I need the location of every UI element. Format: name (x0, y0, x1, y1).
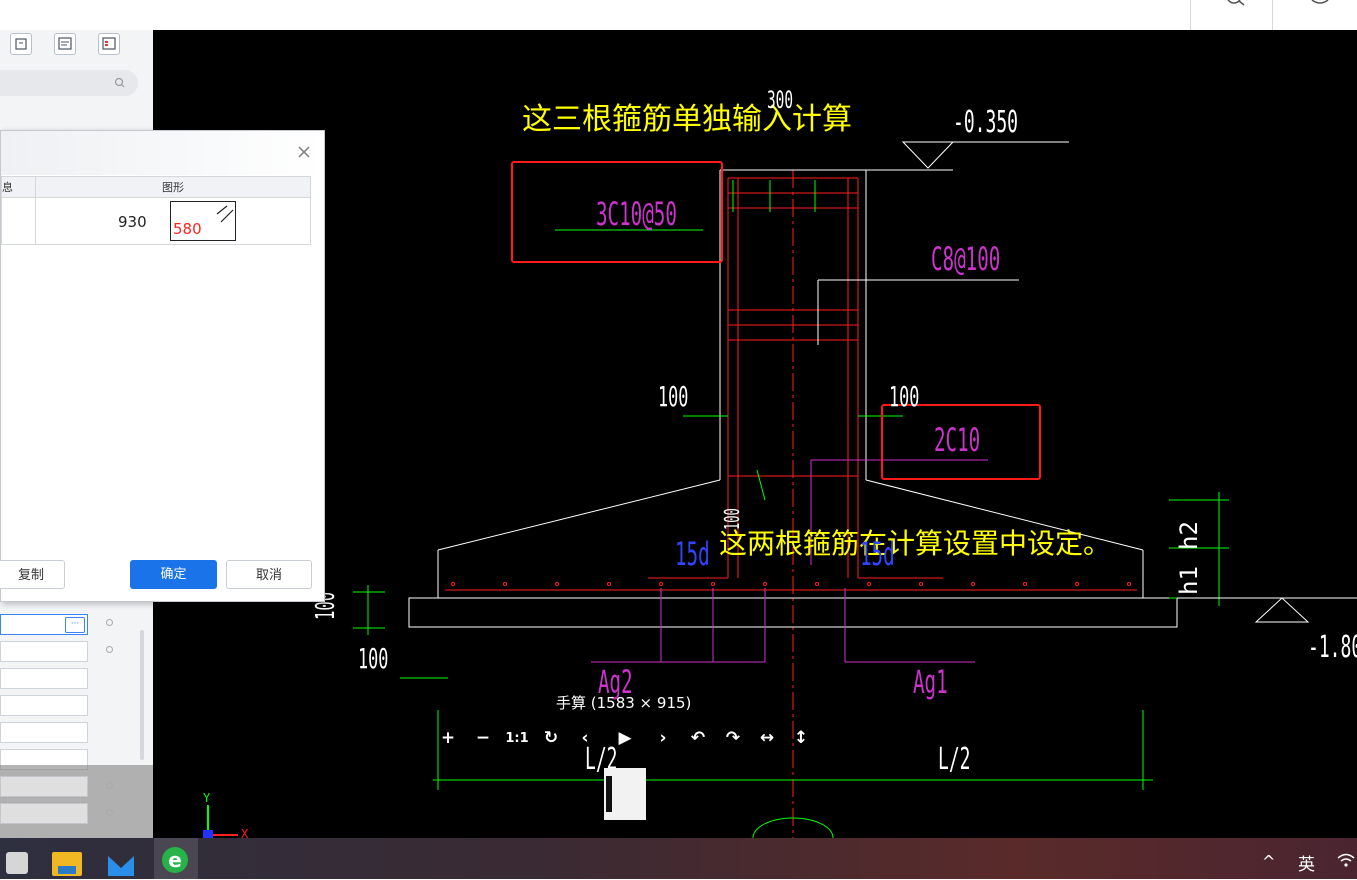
svg-text:X: X (241, 827, 249, 838)
table-cell-value[interactable]: 930 (118, 213, 147, 231)
property-dot[interactable] (106, 809, 113, 816)
property-field[interactable] (0, 641, 88, 662)
svg-text:Y: Y (203, 791, 211, 805)
shape-label: 580 (173, 220, 202, 238)
elevation-marker (901, 141, 955, 169)
zoom-out-button[interactable]: − (470, 728, 496, 748)
search-icon (114, 77, 125, 88)
divider (1190, 0, 1191, 30)
dim-100-mid: 100 (720, 508, 744, 530)
flip-horizontal-button[interactable]: ↔ (754, 728, 780, 748)
bookmark-icon[interactable] (10, 33, 32, 55)
property-field[interactable]: ··· (0, 614, 88, 635)
list-icon[interactable] (54, 33, 76, 55)
bell-icon[interactable] (1306, 0, 1336, 12)
dialog-title-bar (1, 131, 324, 175)
more-icon[interactable]: ··· (65, 617, 85, 633)
cad-canvas[interactable]: Y X 这三根箍筋单独输入计算 这两根箍筋在计算设置中设定。 3C10@50 C… (153, 30, 1357, 838)
label-half-right: L/2 (938, 742, 971, 777)
play-button[interactable]: ▶ (612, 728, 638, 748)
next-button[interactable]: › (650, 728, 676, 748)
copy-button[interactable]: 复制 (0, 560, 65, 589)
prev-button[interactable]: ‹ (572, 728, 598, 748)
rebar-label-2c10: 2C10 (934, 421, 981, 459)
browser-icon[interactable]: e (154, 838, 198, 879)
thumbnail[interactable] (604, 768, 646, 820)
shape-cell[interactable]: 580 (170, 201, 236, 241)
property-dot[interactable] (106, 619, 113, 626)
wifi-icon[interactable] (1336, 852, 1356, 870)
ime-indicator[interactable]: 英 (1298, 850, 1315, 875)
viewer-caption: 手算 (1583 × 915) (556, 694, 692, 712)
property-field[interactable] (0, 695, 88, 716)
property-dot[interactable] (106, 646, 113, 653)
dim-100-right: 100 (889, 380, 920, 413)
data-table: 息 图形 930 580 (1, 176, 311, 245)
rotate-right-button[interactable]: ↷ (720, 728, 746, 748)
label-ag1: Ag1 (913, 663, 948, 701)
property-field[interactable] (0, 776, 88, 797)
reset-button[interactable]: ↻ (538, 728, 564, 748)
elevation-top: -0.350 (953, 105, 1019, 140)
top-bar (0, 0, 1357, 30)
dim-15d-right: 15d (860, 535, 895, 573)
property-field[interactable] (0, 803, 88, 824)
search-icon[interactable] (1222, 0, 1252, 12)
actual-size-button[interactable]: 1:1 (504, 731, 530, 746)
label-h1: h1 (1175, 566, 1203, 595)
column-header: 息 (2, 181, 13, 194)
divider (1272, 0, 1273, 30)
rotate-left-button[interactable]: ↶ (685, 728, 711, 748)
taskbar: e ^ 英 (0, 838, 1357, 879)
property-dot[interactable] (106, 782, 113, 789)
tray-caret-icon[interactable]: ^ (1262, 852, 1275, 871)
flip-vertical-button[interactable]: ↕ (788, 728, 814, 748)
scrollbar[interactable] (140, 630, 144, 760)
dialog: 息 图形 930 580 复制 确定 取消 (0, 130, 325, 602)
rebar-label-3c10: 3C10@50 (596, 195, 677, 233)
table-header (2, 177, 310, 198)
dim-15d-left: 15d (675, 535, 710, 573)
column-header: 图形 (162, 181, 184, 194)
annotation-top: 这三根箍筋单独输入计算 (522, 102, 852, 137)
rebar-label-c8: C8@100 (931, 240, 1001, 278)
elevation-bottom: -1.80 (1308, 630, 1357, 665)
form-icon[interactable] (98, 33, 120, 55)
annotation-bottom: 这两根箍筋在计算设置中设定。 (719, 527, 1112, 560)
property-field[interactable] (0, 722, 88, 743)
dim-100-left: 100 (658, 380, 689, 413)
file-explorer-icon[interactable] (52, 846, 82, 876)
mail-icon[interactable] (106, 846, 136, 876)
zoom-in-button[interactable]: + (435, 728, 461, 748)
viewer-toolbar: + − 1:1 ↻ ‹ ▶ › ↶ ↷ ↔ ↕ (430, 722, 815, 756)
ok-button[interactable]: 确定 (130, 560, 217, 589)
property-field[interactable] (0, 668, 88, 689)
dim-300: 300 (767, 86, 794, 114)
elevation-marker (1254, 597, 1310, 623)
dim-100-bottom: 100 (358, 642, 389, 675)
close-icon[interactable] (297, 145, 311, 159)
task-view-icon[interactable] (2, 846, 32, 876)
cancel-button[interactable]: 取消 (226, 560, 312, 589)
label-h2: h2 (1175, 521, 1203, 550)
search-input[interactable] (0, 70, 138, 96)
